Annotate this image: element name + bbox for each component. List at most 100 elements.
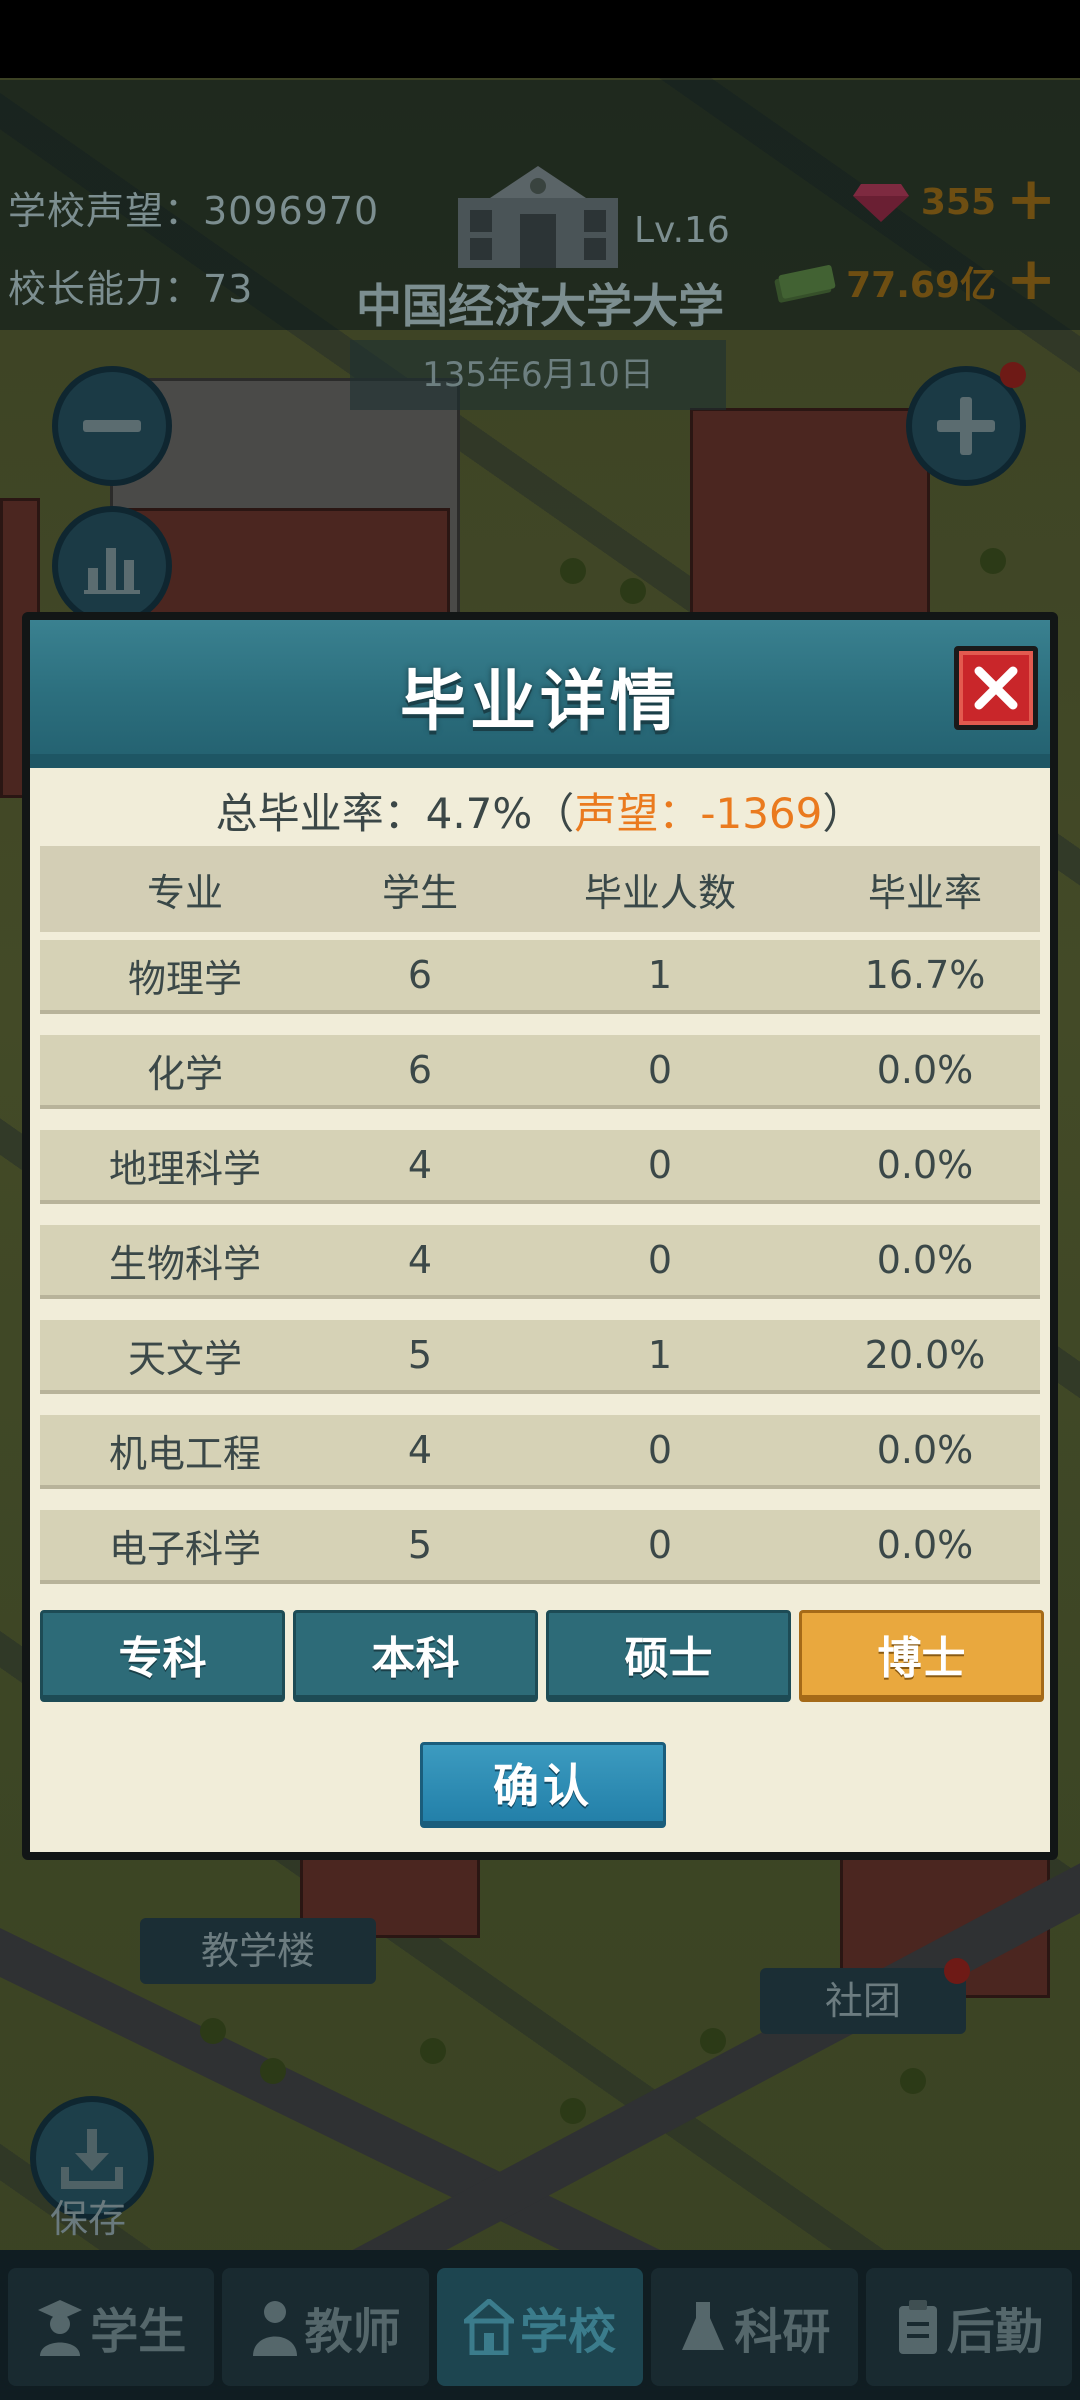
tab-doctorate[interactable]: 博士 bbox=[799, 1610, 1044, 1702]
teaching-building-label[interactable]: 教学楼 bbox=[140, 1918, 376, 1984]
cell-major: 电子科学 bbox=[108, 1526, 261, 1571]
table-row: 机电工程 4 0 0.0% bbox=[40, 1415, 1040, 1489]
reputation-label: 学校声望：3096970 bbox=[8, 189, 380, 233]
cell-graduates: 1 bbox=[647, 1333, 673, 1377]
nav-research[interactable]: 科研 bbox=[651, 2268, 858, 2386]
cell-students: 5 bbox=[407, 1523, 433, 1567]
tab-master[interactable]: 硕士 bbox=[546, 1610, 791, 1702]
game-date: 135年6月10日 bbox=[350, 340, 726, 410]
tab-bachelor[interactable]: 本科 bbox=[293, 1610, 538, 1702]
nav-students[interactable]: 学生 bbox=[8, 2268, 215, 2386]
tree bbox=[620, 578, 646, 604]
nav-research-label: 科研 bbox=[734, 2304, 831, 2360]
nav-logistics[interactable]: 后勤 bbox=[865, 2268, 1073, 2386]
status-bar bbox=[0, 0, 1080, 78]
cell-major: 物理学 bbox=[127, 956, 242, 1001]
col-students: 学生 bbox=[381, 870, 458, 915]
principal-ability-label: 校长能力：73 bbox=[8, 267, 254, 311]
table-row: 电子科学 5 0 0.0% bbox=[40, 1510, 1040, 1584]
club-notification-dot bbox=[944, 1958, 970, 1984]
close-button[interactable] bbox=[954, 646, 1038, 730]
cell-rate: 0.0% bbox=[876, 1428, 974, 1472]
tab-associate[interactable]: 专科 bbox=[40, 1610, 285, 1702]
cell-rate: 0.0% bbox=[876, 1048, 974, 1092]
bar-chart-icon bbox=[84, 548, 140, 594]
col-graduates: 毕业人数 bbox=[583, 870, 736, 915]
table-row: 生物科学 4 0 0.0% bbox=[40, 1225, 1040, 1299]
graduation-summary: 总毕业率：4.7%（声望：-1369） bbox=[30, 780, 1050, 841]
cell-graduates: 0 bbox=[647, 1238, 673, 1282]
clipboard-icon bbox=[898, 2300, 937, 2354]
flask-icon bbox=[682, 2302, 725, 2350]
cell-graduates: 0 bbox=[647, 1143, 673, 1187]
confirm-button[interactable]: 确认 bbox=[420, 1742, 666, 1828]
tree bbox=[980, 548, 1006, 574]
tree bbox=[560, 2098, 586, 2124]
bottom-navigation: 学生 教师 学校 科研 后勤 bbox=[0, 2250, 1080, 2400]
minus-icon bbox=[83, 420, 141, 432]
tree bbox=[420, 2038, 446, 2064]
notification-dot bbox=[1000, 362, 1026, 388]
cell-rate: 20.0% bbox=[864, 1333, 986, 1377]
school-building-icon[interactable] bbox=[450, 158, 626, 268]
cell-graduates: 0 bbox=[647, 1048, 673, 1092]
col-major: 专业 bbox=[146, 870, 223, 915]
cell-major: 化学 bbox=[146, 1051, 223, 1096]
cell-rate: 0.0% bbox=[876, 1238, 974, 1282]
add-money-button[interactable]: + bbox=[1006, 249, 1056, 309]
summary-close-paren: ） bbox=[822, 789, 865, 838]
graduation-details-dialog: 毕业详情 总毕业率：4.7%（声望：-1369） 专业 学生 毕业人数 毕业率 … bbox=[22, 612, 1058, 1860]
cell-students: 5 bbox=[407, 1333, 433, 1377]
school-level: Lv.16 bbox=[634, 210, 730, 251]
cell-major: 地理科学 bbox=[108, 1146, 261, 1191]
stats-button[interactable] bbox=[52, 506, 172, 626]
student-icon bbox=[38, 2300, 83, 2356]
cell-graduates: 0 bbox=[647, 1523, 673, 1567]
gem-value: 355 bbox=[920, 181, 996, 223]
nav-school-label: 学校 bbox=[520, 2304, 617, 2360]
money-stack-icon bbox=[774, 264, 836, 303]
cell-graduates: 0 bbox=[647, 1428, 673, 1472]
degree-tabs: 专科 本科 硕士 博士 bbox=[40, 1610, 1044, 1702]
gem-icon bbox=[852, 184, 909, 222]
cell-students: 4 bbox=[407, 1238, 433, 1282]
cell-students: 4 bbox=[407, 1428, 433, 1472]
nav-students-label: 学生 bbox=[90, 2304, 187, 2360]
nav-logistics-label: 后勤 bbox=[946, 2304, 1043, 2360]
teacher-icon bbox=[252, 2301, 297, 2356]
cell-students: 4 bbox=[407, 1143, 433, 1187]
summary-reputation: 声望：-1369 bbox=[574, 789, 823, 838]
major-table: 物理学 6 1 16.7% 化学 6 0 0.0% 地理科学 4 0 0.0% … bbox=[40, 940, 1040, 1605]
cell-major: 机电工程 bbox=[108, 1431, 261, 1476]
money-counter: 77.69亿 + bbox=[772, 249, 1056, 312]
tree bbox=[560, 558, 586, 584]
add-gems-button[interactable]: + bbox=[1006, 169, 1056, 229]
save-label: 保存 bbox=[50, 2197, 127, 2241]
cell-graduates: 1 bbox=[647, 953, 673, 997]
cell-students: 6 bbox=[407, 1048, 433, 1092]
nav-teachers-label: 教师 bbox=[304, 2304, 401, 2360]
summary-rate: 总毕业率：4.7%（ bbox=[215, 789, 575, 838]
gem-counter: 355 + bbox=[851, 169, 1056, 232]
nav-teachers[interactable]: 教师 bbox=[222, 2268, 429, 2386]
nav-school[interactable]: 学校 bbox=[436, 2268, 644, 2386]
col-rate: 毕业率 bbox=[867, 870, 982, 915]
cell-students: 6 bbox=[407, 953, 433, 997]
tree bbox=[260, 2058, 286, 2084]
cell-rate: 16.7% bbox=[864, 953, 986, 997]
zoom-out-button[interactable] bbox=[52, 366, 172, 486]
dialog-title: 毕业详情 bbox=[400, 663, 680, 740]
cell-major: 生物科学 bbox=[108, 1241, 261, 1286]
close-icon bbox=[974, 666, 1018, 710]
table-header: 专业 学生 毕业人数 毕业率 bbox=[40, 846, 1040, 932]
money-value: 77.69亿 bbox=[846, 265, 996, 306]
table-row: 物理学 6 1 16.7% bbox=[40, 940, 1040, 1014]
cell-major: 天文学 bbox=[127, 1336, 242, 1381]
tree bbox=[900, 2068, 926, 2094]
table-row: 天文学 5 1 20.0% bbox=[40, 1320, 1040, 1394]
table-row: 地理科学 4 0 0.0% bbox=[40, 1130, 1040, 1204]
plus-icon bbox=[937, 397, 995, 455]
table-row: 化学 6 0 0.0% bbox=[40, 1035, 1040, 1109]
club-label[interactable]: 社团 bbox=[760, 1968, 966, 2034]
school-icon bbox=[464, 2299, 514, 2355]
